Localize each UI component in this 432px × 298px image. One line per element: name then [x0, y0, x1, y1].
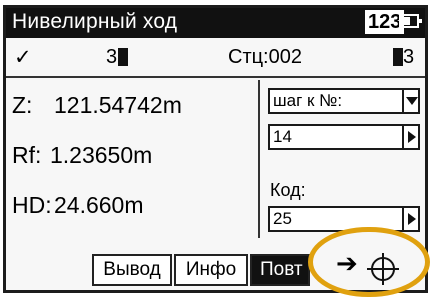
panel-divider: [258, 80, 260, 238]
step-to-select[interactable]: шаг к №:: [268, 88, 420, 114]
crosshair-icon[interactable]: [365, 251, 401, 287]
station-label: Стц:002: [228, 46, 302, 68]
hd-row: HD: 24.660m: [12, 192, 144, 219]
z-row: Z: 121.54742m: [12, 92, 182, 119]
hd-value: 24.660m: [54, 192, 144, 218]
screen-title: Нивелирный ход: [12, 10, 178, 33]
point-number-text: 3: [106, 46, 118, 68]
rf-marker-icon: [393, 48, 403, 66]
z-label: Z:: [12, 92, 33, 118]
rf-value: 1.23650m: [50, 142, 153, 168]
rf-row: Rf: 1.23650m: [12, 142, 152, 169]
info-softkey[interactable]: Инфо: [174, 254, 248, 286]
text-cursor: [118, 48, 129, 66]
hd-label: HD:: [12, 192, 52, 218]
step-to-select-label: шаг к №:: [273, 91, 343, 110]
step-number-field[interactable]: 14: [268, 124, 420, 150]
status-row: ✓ 3 Стц:002 3: [6, 38, 425, 78]
arrow-right-icon[interactable]: ➔: [336, 248, 358, 279]
point-number[interactable]: 3: [106, 46, 129, 69]
battery-icon: [399, 14, 422, 28]
title-bar: Нивелирный ход 123: [6, 8, 425, 38]
z-value: 121.54742m: [54, 92, 182, 118]
code-value: 25: [273, 209, 292, 228]
repeat-softkey[interactable]: Повт: [250, 254, 310, 286]
rf-counter: 3: [392, 46, 414, 69]
step-number-value: 14: [273, 127, 292, 146]
softkey-bar: Вывод Инфо Повт: [6, 252, 425, 290]
instrument-screen: Нивелирный ход 123 ✓ 3 Стц:002 3 Z: 121.5…: [3, 5, 428, 293]
output-softkey[interactable]: Вывод: [92, 254, 172, 286]
rf-label: Rf:: [12, 142, 42, 168]
code-field[interactable]: 25: [268, 206, 420, 232]
chevron-right-icon[interactable]: [402, 126, 418, 148]
measurement-panel: Z: 121.54742m Rf: 1.23650m HD: 24.660m: [6, 80, 258, 238]
chevron-down-icon[interactable]: [402, 90, 418, 112]
chevron-right-icon[interactable]: [402, 208, 418, 230]
code-label: Код:: [270, 180, 306, 200]
rf-count-text: 3: [403, 46, 415, 68]
check-icon: ✓: [14, 46, 32, 69]
